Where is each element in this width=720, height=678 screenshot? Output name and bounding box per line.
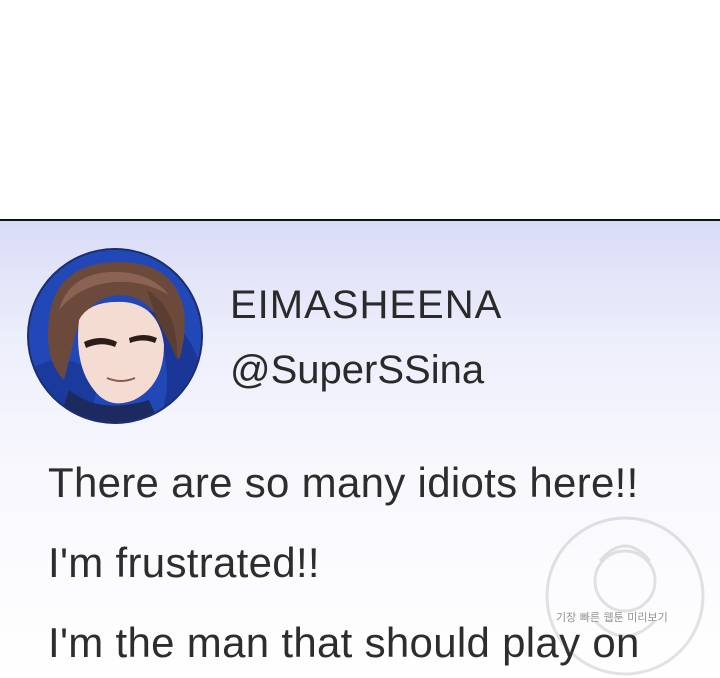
post-line-2: I'm frustrated!! [48, 539, 320, 586]
post-line-3: I'm the man that should play on [48, 619, 640, 666]
post-line-1: There are so many idiots here!! [48, 459, 639, 506]
user-handle[interactable]: @SuperSSina [230, 348, 484, 393]
character-portrait-icon [29, 250, 201, 422]
watermark-caption: 기장 빠른 웹툰 미리보기 [556, 611, 668, 624]
profile-avatar[interactable] [29, 250, 201, 422]
comic-page: EIMASHEENA @SuperSSina There are so many… [0, 0, 720, 678]
social-post-panel: EIMASHEENA @SuperSSina There are so many… [0, 219, 720, 678]
display-name[interactable]: EIMASHEENA [230, 283, 502, 328]
